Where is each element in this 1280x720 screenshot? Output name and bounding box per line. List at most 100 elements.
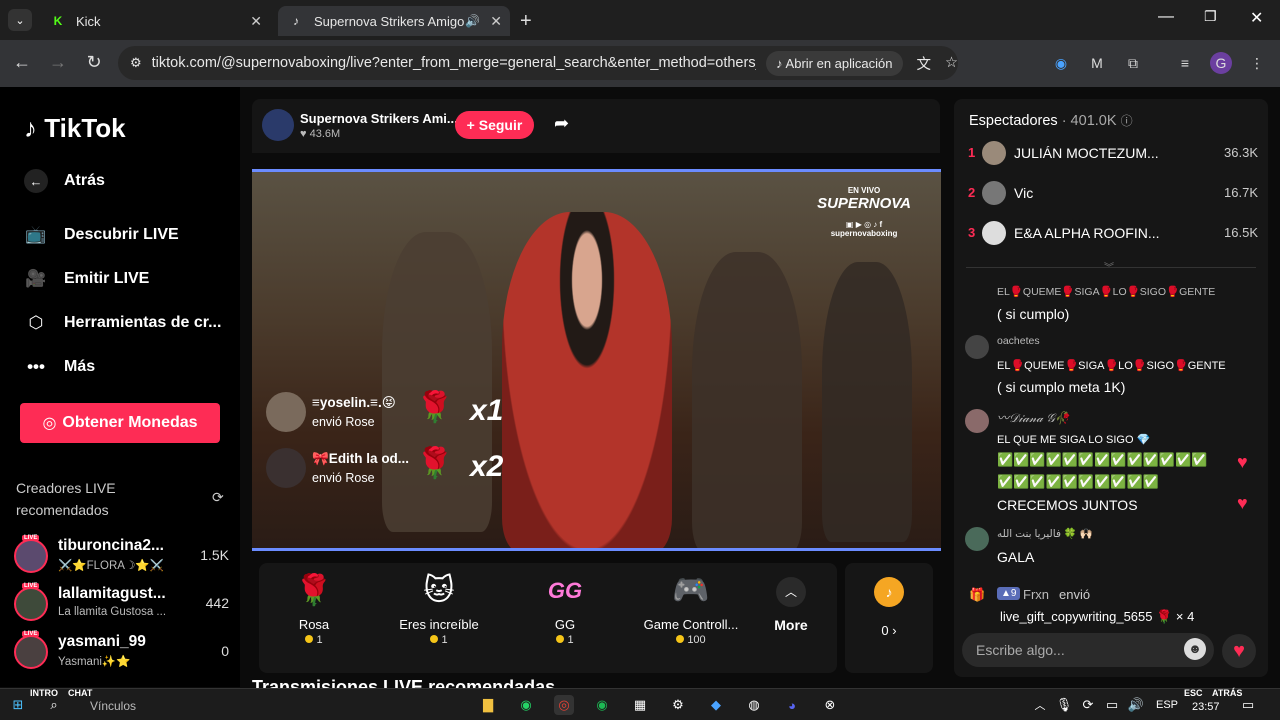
network-icon[interactable]: ▭ <box>1102 695 1122 715</box>
search-icon[interactable]: ⌕ <box>44 695 64 715</box>
top-viewer[interactable]: 1 JULIÁN MOCTEZUM... 36.3K <box>968 139 1258 167</box>
tab-title: Supernova Strikers Amigo ( <box>314 13 464 29</box>
volume-icon[interactable]: 🔊 <box>1126 695 1146 715</box>
chrome-icon[interactable]: ◎ <box>554 695 574 715</box>
gift-eres-increible[interactable]: 🐱 Eres increíble 1 <box>384 571 494 661</box>
more-gifts-button[interactable]: ︿ More <box>769 577 813 633</box>
forward-arrow-icon[interactable]: → <box>46 52 70 73</box>
emoji-icon[interactable]: ☻ <box>1184 638 1206 660</box>
notification-icon[interactable]: ▭ <box>1238 695 1258 715</box>
share-icon[interactable]: ➦ <box>554 113 569 134</box>
host-avatar[interactable] <box>262 109 294 141</box>
viewer-score: 16.5K <box>1224 225 1258 240</box>
chat-username[interactable]: EL🥊QUEME🥊SIGA🥊LO🥊SIGO🥊GENTE <box>997 285 1215 298</box>
tab-supernova[interactable]: ♪ Supernova Strikers Amigo ( 🔊 ✕ <box>278 6 510 36</box>
back-arrow-icon[interactable]: ← <box>10 52 34 73</box>
viewers-header[interactable]: Espectadores · 401.0K ⓘ <box>969 112 1133 129</box>
puzzle-icon[interactable]: ⧉ <box>1122 52 1144 74</box>
restore-button[interactable]: ❐ <box>1204 8 1217 25</box>
language-indicator[interactable]: ESP <box>1156 699 1178 711</box>
url-field[interactable]: ⚙ tiktok.com/@supernovaboxing/live?enter… <box>118 46 958 80</box>
creator-item[interactable]: LIVE tiburoncina2... ⚔️⭐️FLORA☽⭐️⚔️ 1.5K <box>14 535 229 577</box>
like-button[interactable]: ♥ <box>1222 634 1256 668</box>
app-icon[interactable]: ⊗ <box>820 695 840 715</box>
rose-icon: 🌹 <box>295 574 333 607</box>
follow-button[interactable]: + Seguir <box>455 111 534 139</box>
avatar <box>14 587 48 621</box>
avatar[interactable] <box>965 527 989 551</box>
gift-name: GG <box>554 617 576 632</box>
likes-count: ♥ 43.6M <box>300 128 341 140</box>
viewer-score: 36.3K <box>1224 145 1258 160</box>
back-button[interactable]: ← Atrás <box>24 169 105 193</box>
menu-icon[interactable]: ⋮ <box>1246 52 1268 74</box>
balance-value: 0 › <box>881 623 897 638</box>
sidebar-item-tools[interactable]: ⬡ Herramientas de cr... <box>24 311 222 335</box>
folder-icon[interactable]: ▇ <box>478 695 498 715</box>
windows-start-icon[interactable]: ⊞ <box>8 695 28 715</box>
site-settings-icon[interactable]: ⚙ <box>130 55 142 71</box>
minimize-button[interactable]: — <box>1158 8 1174 26</box>
tray-icon[interactable]: ⟳ <box>1078 695 1098 715</box>
app-icon[interactable]: ◆ <box>706 695 726 715</box>
creator-item[interactable]: LIVE lallamitagust... La llamita Gustosa… <box>14 583 229 625</box>
gift-event-text: live_gift_copywriting_5655 🌹 × 4 <box>1000 609 1195 624</box>
gift-game-controller[interactable]: 🎮 Game Controll... 100 <box>636 571 746 661</box>
gift-event-user[interactable]: Frxn <box>1023 587 1049 602</box>
coin-balance[interactable]: ♪ 0 › <box>845 563 933 673</box>
tab-list-button[interactable]: ⌄ <box>8 9 32 31</box>
sidebar-item-discover[interactable]: 📺 Descubrir LIVE <box>24 223 178 247</box>
whatsapp-icon[interactable]: ◉ <box>516 695 536 715</box>
tray-chevron-icon[interactable]: ︿ <box>1030 695 1050 715</box>
extension-m-icon[interactable]: M <box>1086 52 1108 74</box>
avatar[interactable] <box>965 409 989 433</box>
sidebar-item-label: Herramientas de cr... <box>64 314 222 331</box>
chat-username[interactable]: فاليريا بنت الله 🍀 🙌🏻 <box>997 527 1093 540</box>
close-icon[interactable]: ✕ <box>490 13 502 30</box>
creator-subtitle: Yasmani✨⭐️ <box>58 656 131 668</box>
overlay-chat: CHAT <box>68 688 93 698</box>
translate-icon[interactable]: 文 <box>917 53 932 74</box>
avatar <box>14 635 48 669</box>
tiktok-logo[interactable]: ♪ TikTok <box>24 113 126 144</box>
speaker-icon[interactable]: 🔊 <box>465 14 480 28</box>
reload-icon[interactable]: ↻ <box>82 52 106 73</box>
host-name[interactable]: Supernova Strikers Ami... <box>300 111 458 126</box>
video-player[interactable]: EN VIVO SUPERNOVA ▣ ▶ ◎ ♪ f supernovabox… <box>252 169 941 551</box>
extension-icon[interactable]: ◉ <box>1050 52 1072 74</box>
refresh-icon[interactable]: ⟳ <box>212 489 224 506</box>
avatar[interactable] <box>965 335 989 359</box>
steam-icon[interactable]: ⚙ <box>668 695 688 715</box>
open-in-app-button[interactable]: ♪ Abrir en aplicación <box>766 50 903 76</box>
gift-rosa[interactable]: 🌹 Rosa 1 <box>259 571 369 661</box>
profile-initial: G <box>1215 55 1227 71</box>
get-coins-button[interactable]: ◎ Obtener Monedas <box>20 403 220 443</box>
help-icon[interactable]: ⓘ <box>1121 114 1133 128</box>
star-icon[interactable]: ☆ <box>945 55 958 71</box>
tiktok-coin-icon: ♪ <box>874 577 904 607</box>
viewers-title: Espectadores <box>969 113 1058 129</box>
new-tab-button[interactable]: + <box>520 10 532 33</box>
profile-avatar[interactable]: G <box>1210 52 1232 74</box>
top-viewer[interactable]: 2 Vic 16.7K <box>968 179 1258 207</box>
chevron-down-icon[interactable]: ︾ <box>1104 259 1114 274</box>
chat-input[interactable]: Escribe algo... ☻ <box>962 633 1214 667</box>
sidebar-item-more[interactable]: ••• Más <box>24 355 95 379</box>
media-icon[interactable]: ≡ <box>1174 52 1196 74</box>
obs-icon[interactable]: ◍ <box>744 695 764 715</box>
tab-kick[interactable]: K Kick ✕ <box>40 6 270 36</box>
discord-icon[interactable]: ◕ <box>782 695 802 715</box>
gift-icon: 🎁 <box>969 587 986 602</box>
close-icon[interactable]: ✕ <box>250 13 262 30</box>
chat-username[interactable]: 〰𝒟𝒾𝒶𝓃𝒶 𝒢🥀 <box>997 409 1070 426</box>
top-viewer[interactable]: 3 E&A ALPHA ROOFIN... 16.5K <box>968 219 1258 247</box>
creator-item[interactable]: LIVE yasmani_99 Yasmani✨⭐️ 0 <box>14 631 229 673</box>
app-icon[interactable]: ▦ <box>630 695 650 715</box>
chat-username[interactable]: oachetes <box>997 335 1040 347</box>
spotify-icon[interactable]: ◉ <box>592 695 612 715</box>
clock[interactable]: 23:57 <box>1192 701 1220 713</box>
close-window-button[interactable]: ✕ <box>1250 8 1263 28</box>
sidebar-item-stream[interactable]: 🎥 Emitir LIVE <box>24 267 149 291</box>
gift-gg[interactable]: GG GG 1 <box>510 571 620 661</box>
mic-icon[interactable]: 🎙 <box>1054 695 1074 715</box>
